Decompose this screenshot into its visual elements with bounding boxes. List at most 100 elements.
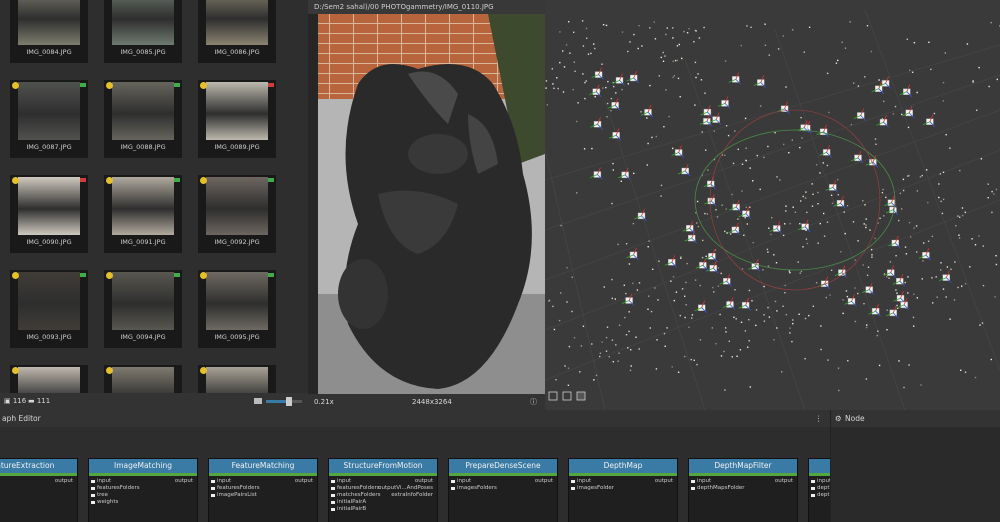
thumbnail[interactable]: IMG_0094.JPG — [104, 270, 182, 348]
graph-node-input[interactable]: matchesFolders — [331, 492, 381, 498]
graph-node-input[interactable]: tree — [90, 492, 108, 498]
point-cloud-point — [899, 192, 902, 195]
thumbnail[interactable]: IMG_0092.JPG — [198, 175, 276, 253]
point-cloud-point — [617, 360, 619, 362]
graph-node-input[interactable]: input — [810, 478, 830, 484]
thumbnail[interactable]: IMG_0091.JPG — [104, 175, 182, 253]
thumbnail[interactable]: IMG_0084.JPG — [10, 0, 88, 63]
info-icon[interactable]: ⓘ — [530, 394, 537, 410]
graph-node-input[interactable]: imagePairsList — [211, 492, 257, 498]
graph-node[interactable]: eatureExtraction output — [0, 458, 78, 522]
graph-node-title: FeatureMatching — [209, 459, 317, 473]
point-cloud-point — [574, 70, 576, 72]
graph-canvas[interactable]: eatureExtraction output ImageMatching outpu… — [0, 427, 830, 522]
3d-viewer[interactable] — [545, 0, 1000, 410]
point-cloud-scene[interactable] — [545, 0, 1000, 410]
point-cloud-point — [567, 384, 570, 386]
point-cloud-point — [621, 31, 624, 33]
point-cloud-point — [939, 173, 942, 175]
point-cloud-point — [705, 255, 707, 257]
graph-node-input[interactable]: weights — [90, 499, 118, 505]
thumbnail[interactable]: IMG_0095.JPG — [198, 270, 276, 348]
thumbnail[interactable]: IMG_0085.JPG — [104, 0, 182, 63]
point-cloud-point — [638, 348, 640, 350]
intrinsics-star-icon — [106, 177, 113, 184]
graph-node-input[interactable]: featuresFolders — [211, 485, 260, 491]
point-cloud-point — [548, 300, 550, 302]
point-cloud-point — [602, 24, 605, 26]
graph-node-output[interactable]: output — [295, 478, 313, 484]
graph-node-input[interactable]: depth — [810, 492, 830, 498]
graph-node-output[interactable]: output — [55, 478, 73, 484]
graph-node-input[interactable]: initialPairB — [330, 506, 366, 512]
thumbnail[interactable]: IMG_0089.JPG — [198, 80, 276, 158]
thumbnail[interactable]: IMG_0090.JPG — [10, 175, 88, 253]
point-cloud-point — [603, 286, 605, 288]
graph-node[interactable]: DepthMapFilter output input depthMapsFolder — [688, 458, 798, 522]
point-cloud-point — [756, 154, 758, 157]
point-cloud-point — [691, 317, 693, 319]
graph-menu-icon[interactable]: ⋮ — [815, 410, 823, 427]
graph-node-output[interactable]: output — [415, 478, 433, 484]
point-cloud-point — [885, 196, 887, 199]
node-settings-icon[interactable]: ⚙ — [835, 410, 842, 427]
graph-node[interactable]: ImageMatching output input featuresFolders t… — [88, 458, 198, 522]
point-cloud-point — [606, 116, 608, 118]
graph-node[interactable]: PrepareDenseScene output input imagesFolder… — [448, 458, 558, 522]
point-cloud-point — [585, 27, 588, 30]
graph-node-input[interactable]: input — [690, 478, 711, 484]
graph-node[interactable]: DepthMap output input imagesFolder — [568, 458, 678, 522]
point-cloud-point — [804, 197, 807, 199]
point-cloud-point — [993, 193, 995, 195]
graph-node-input[interactable]: featuresFolders — [91, 485, 140, 491]
graph-node-input[interactable]: depth — [810, 485, 830, 491]
point-cloud-point — [982, 245, 984, 247]
graph-node-input[interactable]: input — [330, 478, 351, 484]
point-cloud-point — [871, 256, 873, 258]
point-cloud-point — [964, 211, 966, 213]
thumbnail[interactable]: IMG_0086.JPG — [198, 0, 276, 63]
point-cloud-point — [618, 352, 620, 354]
thumbnail[interactable]: IMG_0088.JPG — [104, 80, 182, 158]
graph-node-input[interactable]: input — [570, 478, 591, 484]
graph-node-output[interactable]: outputVi...AndPoses — [378, 485, 433, 491]
graph-node-input[interactable]: initialPairA — [330, 499, 366, 505]
thumbnail[interactable]: IMG_0093.JPG — [10, 270, 88, 348]
node-panel-header: ⚙ Node — [830, 410, 1000, 427]
graph-node[interactable]: inputdepthdepth — [808, 458, 830, 522]
graph-node-input[interactable]: input — [210, 478, 231, 484]
point-cloud-point — [974, 244, 977, 246]
point-cloud-point — [820, 348, 822, 351]
viewer-image[interactable] — [318, 14, 545, 394]
point-cloud-point — [938, 183, 940, 185]
point-cloud-point — [647, 142, 649, 145]
point-cloud-point — [681, 57, 683, 60]
graph-node-output[interactable]: output — [775, 478, 793, 484]
point-cloud-point — [837, 178, 839, 181]
graph-node[interactable]: FeatureMatching output input featuresFolder… — [208, 458, 318, 522]
graph-node-output[interactable]: output — [655, 478, 673, 484]
status-flag-icon — [268, 273, 274, 277]
point-cloud-point — [759, 188, 761, 191]
thumbnail[interactable]: IMG_0087.JPG — [10, 80, 88, 158]
graph-node-input[interactable]: input — [90, 478, 111, 484]
graph-node-output[interactable]: output — [175, 478, 193, 484]
graph-node-input[interactable]: depthMapsFolder — [690, 485, 744, 491]
gallery-view-icon[interactable] — [254, 398, 262, 404]
bounding-box-icon[interactable] — [576, 391, 586, 401]
graph-node[interactable]: StructureFromMotion output outputVi...AndP… — [328, 458, 438, 522]
graph-node-output[interactable]: output — [535, 478, 553, 484]
point-cloud-point — [734, 289, 736, 291]
thumbnail-size-slider[interactable] — [266, 397, 302, 406]
graph-node-input[interactable]: imagesFolder — [571, 485, 614, 491]
point-cloud-point — [987, 183, 989, 185]
graph-node-input[interactable]: featuresFolders — [331, 485, 380, 491]
point-cloud-point — [649, 327, 651, 329]
graph-node-input[interactable]: input — [450, 478, 471, 484]
graph-node-input[interactable]: imagesFolders — [451, 485, 497, 491]
point-cloud-point — [724, 230, 726, 233]
point-cloud-point — [789, 222, 791, 225]
point-cloud-point — [605, 24, 608, 27]
point-cloud-point — [978, 66, 980, 69]
graph-node-output[interactable]: extraInfoFolder — [391, 492, 433, 498]
